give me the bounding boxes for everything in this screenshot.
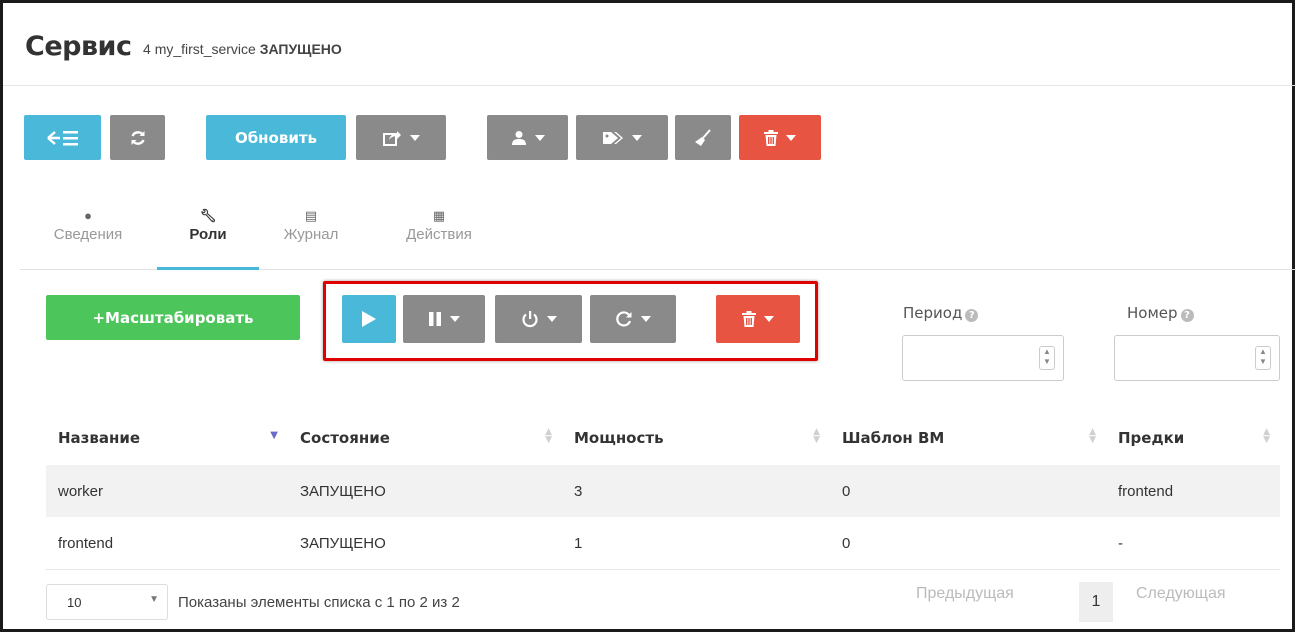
role-name: frontend <box>46 517 288 570</box>
tab-info-label: Сведения <box>53 226 123 243</box>
table-row[interactable]: worker ЗАПУЩЕНО 3 0 frontend <box>46 465 1280 517</box>
role-template-link[interactable]: 0 <box>830 465 1106 517</box>
column-header-template[interactable]: Шаблон ВМ ▲ ▼ <box>830 410 1106 465</box>
next-page-button[interactable]: Следующая <box>1136 585 1226 603</box>
question-circle-icon[interactable]: ? <box>965 309 979 322</box>
sort-icon: ▲ ▼ <box>545 427 552 445</box>
tab-roles-label: Роли <box>189 226 227 243</box>
tags-icon <box>603 131 623 144</box>
sort-desc-icon: ▼ <box>270 430 278 441</box>
role-state: ЗАПУЩЕНО <box>288 517 562 570</box>
tab-log[interactable]: ▤ Журнал <box>268 206 354 243</box>
role-cardinality: 1 <box>562 517 830 570</box>
tab-info[interactable]: ● Сведения <box>38 206 138 243</box>
column-header-state[interactable]: Состояние ▲ ▼ <box>288 410 562 465</box>
broom-icon <box>695 128 711 146</box>
service-name: my_first_service <box>154 41 256 57</box>
active-tab-indicator <box>157 267 259 270</box>
column-state-label: Состояние <box>300 428 390 447</box>
file-icon: ▤ <box>304 208 318 223</box>
service-subtitle: 4 my_first_service ЗАПУЩЕНО <box>143 41 342 57</box>
current-page-button[interactable]: 1 <box>1079 582 1113 622</box>
question-circle-icon[interactable]: ? <box>1180 309 1194 322</box>
tab-actions[interactable]: ▦ Действия <box>392 206 486 243</box>
table-info: Показаны элементы списка с 1 по 2 из 2 <box>178 594 460 611</box>
back-to-list-button[interactable] <box>24 115 101 160</box>
chevron-down-icon <box>632 134 642 141</box>
period-label: Период? <box>903 304 979 322</box>
service-state: ЗАПУЩЕНО <box>259 41 342 57</box>
number-label-text: Номер <box>1127 304 1178 322</box>
user-icon <box>511 130 526 145</box>
page-title: Сервис <box>25 31 132 62</box>
page-size-select[interactable]: 10 ▼ <box>46 584 168 620</box>
tab-actions-label: Действия <box>406 226 472 243</box>
table-row[interactable]: frontend ЗАПУЩЕНО 1 0 - <box>46 517 1280 570</box>
role-cardinality: 3 <box>562 465 830 517</box>
update-button[interactable]: Обновить <box>206 115 346 160</box>
share-dropdown-button[interactable] <box>356 115 446 160</box>
info-circle-icon: ● <box>84 208 92 223</box>
period-input[interactable]: ▲ ▼ <box>902 335 1064 381</box>
column-header-parents[interactable]: Предки ▲ ▼ <box>1106 410 1280 465</box>
number-input[interactable]: ▲ ▼ <box>1114 335 1280 381</box>
chevron-down-icon <box>410 134 420 141</box>
tab-log-label: Журнал <box>283 226 339 243</box>
chevron-down-icon: ▼ <box>149 594 159 605</box>
sort-icon: ▲ ▼ <box>1263 427 1270 445</box>
period-label-text: Период <box>903 304 963 322</box>
table-header-row: Название ▼ Состояние ▲ ▼ Мощность ▲ ▼ Шаблон … <box>46 410 1280 465</box>
delete-dropdown-button[interactable] <box>739 115 821 160</box>
roles-table: Название ▼ Состояние ▲ ▼ Мощность ▲ ▼ Шаблон … <box>46 410 1280 570</box>
role-template-link[interactable]: 0 <box>830 517 1106 570</box>
clean-button[interactable] <box>675 115 731 160</box>
tab-roles[interactable]: 🔧︎ Роли <box>160 206 256 243</box>
number-label: Номер? <box>1127 304 1194 322</box>
calendar-icon: ▦ <box>432 208 446 223</box>
share-icon <box>383 130 401 146</box>
refresh-button[interactable] <box>110 115 165 160</box>
scale-button[interactable]: +Масштабировать <box>46 295 300 340</box>
column-parents-label: Предки <box>1118 428 1185 447</box>
column-header-cardinality[interactable]: Мощность ▲ ▼ <box>562 410 830 465</box>
number-spinner-icon[interactable]: ▲ ▼ <box>1255 346 1271 370</box>
page-size-value: 10 <box>67 595 82 610</box>
column-cardinality-label: Мощность <box>574 428 664 447</box>
chevron-down-icon <box>786 134 796 141</box>
role-state: ЗАПУЩЕНО <box>288 465 562 517</box>
back-list-icon <box>46 130 78 145</box>
column-name-label: Название <box>58 428 141 447</box>
chevron-down-icon <box>534 134 545 141</box>
labels-dropdown-button[interactable] <box>576 115 668 160</box>
trash-icon <box>764 129 778 146</box>
highlight-box <box>323 281 818 361</box>
sort-icon: ▲ ▼ <box>1089 427 1096 445</box>
service-id: 4 <box>143 41 151 57</box>
column-header-name[interactable]: Название ▼ <box>46 410 288 465</box>
owner-dropdown-button[interactable] <box>487 115 568 160</box>
refresh-icon <box>130 130 145 145</box>
role-parents: frontend <box>1106 465 1280 517</box>
column-template-label: Шаблон ВМ <box>842 428 945 447</box>
role-name: worker <box>46 465 288 517</box>
prev-page-button[interactable]: Предыдущая <box>916 585 1014 603</box>
number-spinner-icon[interactable]: ▲ ▼ <box>1039 346 1055 370</box>
wrench-icon: 🔧︎ <box>199 208 217 223</box>
role-parents: - <box>1106 517 1280 570</box>
sort-icon: ▲ ▼ <box>813 427 820 445</box>
page-header: Сервис 4 my_first_service ЗАПУЩЕНО <box>3 3 1296 86</box>
